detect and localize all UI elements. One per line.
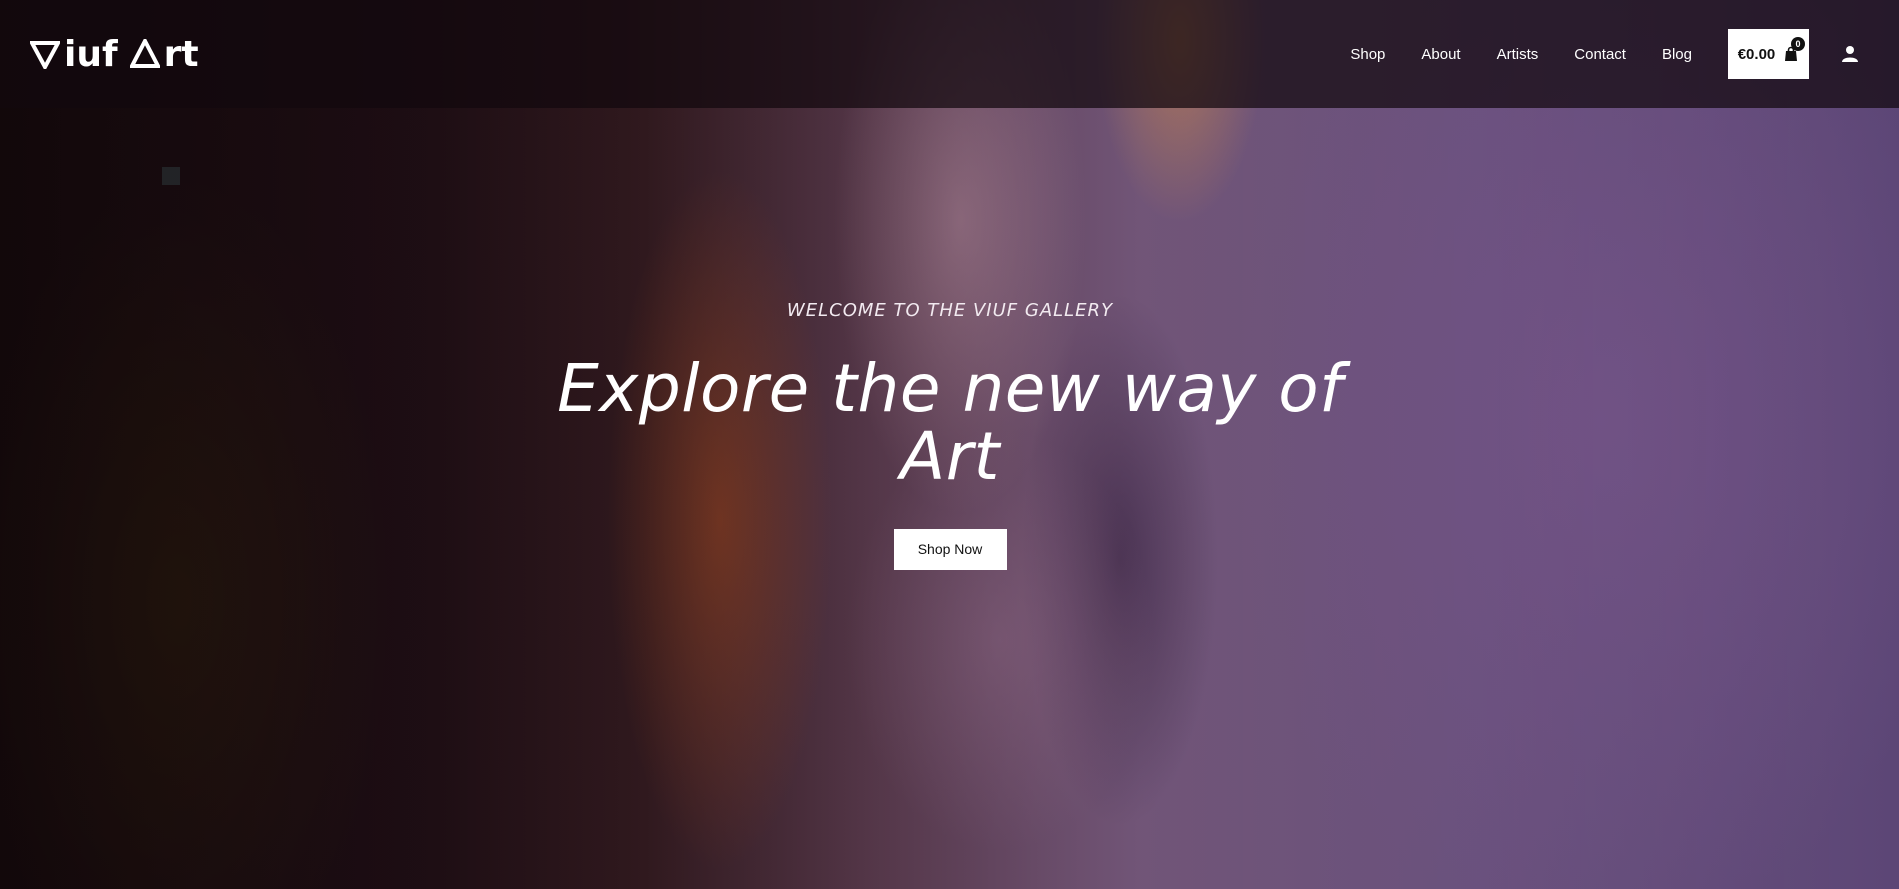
user-icon (1842, 46, 1858, 62)
shop-now-button[interactable]: Shop Now (893, 529, 1007, 570)
nav-item-contact[interactable]: Contact (1556, 46, 1644, 63)
hero-section: WELCOME TO THE VIUF GALLERY Explore the … (540, 300, 1360, 570)
account-button[interactable] (1839, 43, 1861, 65)
cart-button[interactable]: €0.00 0 (1728, 29, 1809, 79)
cart-total: €0.00 (1737, 45, 1776, 63)
site-header: iuf rt Shop About Artists Contact Blog €… (0, 0, 1899, 108)
logo[interactable]: iuf rt (30, 34, 199, 75)
logo-triangle-down-icon (30, 41, 60, 69)
nav-item-artists[interactable]: Artists (1479, 46, 1557, 63)
cart-count-badge: 0 (1791, 37, 1805, 51)
logo-text-first: iuf (64, 33, 118, 75)
nav-item-blog[interactable]: Blog (1644, 46, 1710, 63)
nav-item-shop[interactable]: Shop (1332, 46, 1403, 63)
logo-text-second: rt (163, 33, 199, 75)
hero-kicker: WELCOME TO THE VIUF GALLERY (786, 300, 1114, 321)
nav-item-about[interactable]: About (1403, 46, 1478, 63)
hero-headline: Explore the new way of Art (557, 350, 1343, 495)
main-nav: Shop About Artists Contact Blog €0.00 0 (1332, 0, 1869, 108)
logo-triangle-up-icon (129, 39, 160, 68)
decorative-square (162, 167, 180, 185)
